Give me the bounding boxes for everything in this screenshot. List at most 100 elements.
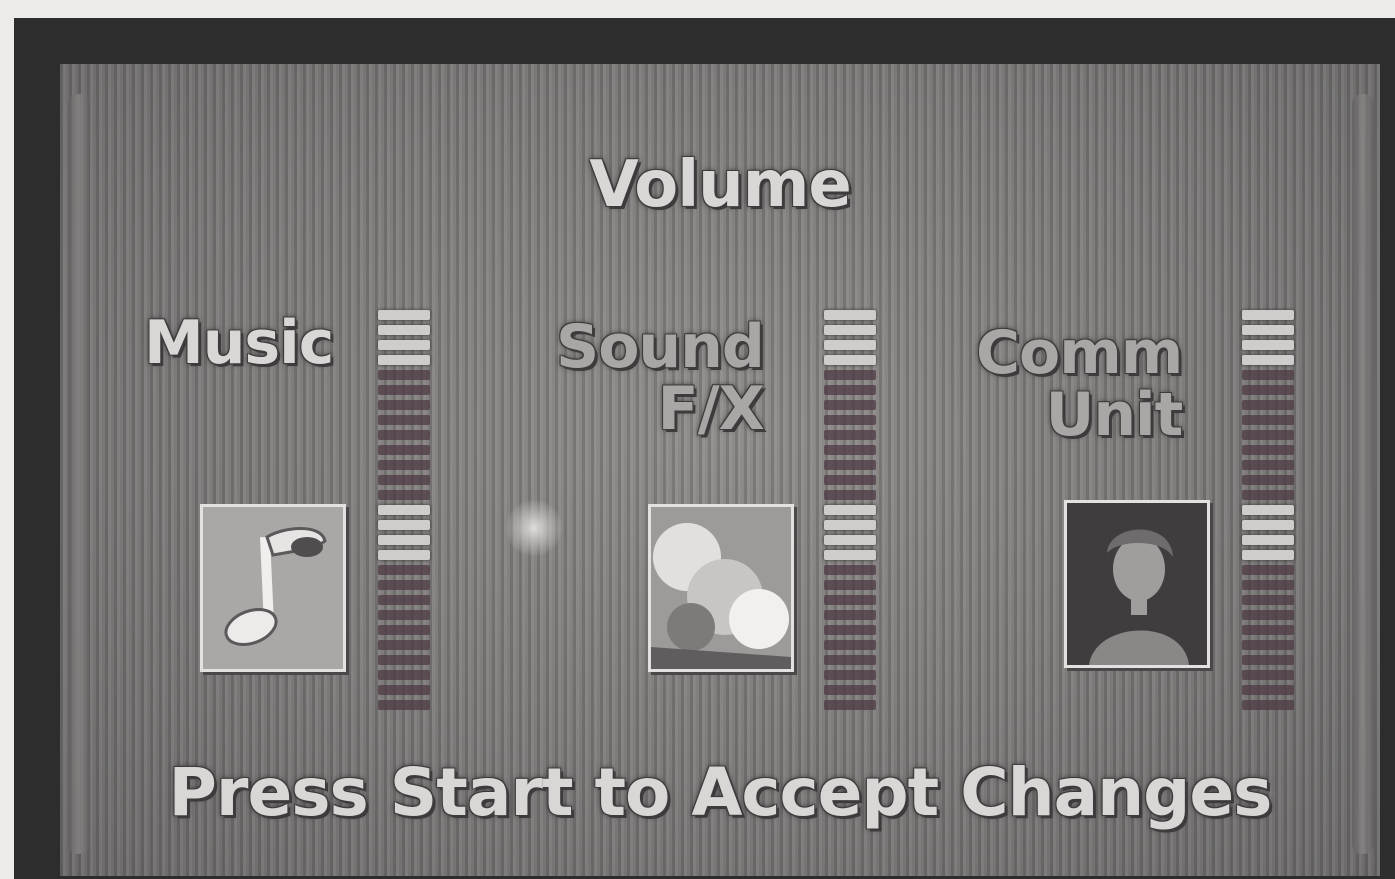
volume-meter-segment [824,595,876,605]
volume-meter-segment [378,475,430,485]
music-label[interactable]: Music [144,308,334,378]
volume-meter-segment [824,565,876,575]
volume-meter-segment [824,520,876,530]
comm-unit-label[interactable]: Comm Unit [976,318,1184,450]
comm-unit-label-line1: Comm [976,318,1183,388]
volume-meter-segment [378,685,430,695]
screen-title: Volume [589,148,852,222]
volume-meter-segment [378,700,430,710]
volume-meter-segment [824,655,876,665]
volume-meter-segment [824,325,876,335]
volume-meter-segment [1242,580,1294,590]
volume-meter-segment [1242,430,1294,440]
volume-meter-segment [824,505,876,515]
music-volume-meter[interactable] [378,310,430,715]
volume-meter-segment [1242,610,1294,620]
volume-meter-segment [824,460,876,470]
volume-meter-segment [378,355,430,365]
volume-meter-segment [378,400,430,410]
volume-meter-segment [824,415,876,425]
volume-meter-segment [824,550,876,560]
volume-meter-segment [378,415,430,425]
volume-meter-segment [824,535,876,545]
tv-bezel: Volume Music Sound F/X Comm Unit Press S… [14,18,1395,879]
volume-meter-segment [378,340,430,350]
explosion-icon [648,504,794,672]
volume-meter-segment [1242,640,1294,650]
volume-meter-segment [378,310,430,320]
volume-meter-segment [378,535,430,545]
volume-meter-segment [824,430,876,440]
sound-fx-volume-meter[interactable] [824,310,876,715]
volume-meter-segment [824,490,876,500]
volume-meter-segment [1242,490,1294,500]
volume-meter-segment [1242,565,1294,575]
volume-meter-segment [1242,445,1294,455]
volume-meter-segment [824,475,876,485]
volume-meter-segment [1242,400,1294,410]
sound-fx-label-line2: F/X [657,374,765,444]
volume-meter-segment [378,505,430,515]
volume-screen: Volume Music Sound F/X Comm Unit Press S… [60,64,1380,876]
music-note-icon [200,504,346,672]
footer-instruction: Press Start to Accept Changes [168,754,1273,831]
sound-fx-label[interactable]: Sound F/X [556,312,765,444]
comm-officer-portrait-icon [1064,500,1210,668]
volume-meter-segment [378,565,430,575]
volume-meter-segment [824,340,876,350]
volume-meter-segment [378,640,430,650]
volume-meter-segment [378,490,430,500]
sound-fx-label-line1: Sound [556,312,765,382]
volume-meter-segment [378,445,430,455]
volume-meter-segment [1242,325,1294,335]
volume-meter-segment [378,655,430,665]
volume-meter-segment [824,400,876,410]
volume-meter-segment [1242,625,1294,635]
music-label-line1: Music [144,308,334,378]
volume-meter-segment [1242,595,1294,605]
volume-meter-segment [1242,655,1294,665]
volume-meter-segment [378,325,430,335]
volume-meter-segment [1242,340,1294,350]
volume-meter-segment [378,430,430,440]
volume-meter-segment [1242,535,1294,545]
volume-meter-segment [1242,355,1294,365]
volume-meter-segment [1242,550,1294,560]
volume-meter-segment [1242,505,1294,515]
volume-meter-segment [1242,385,1294,395]
volume-meter-segment [824,445,876,455]
comm-unit-label-line2: Unit [1045,380,1184,450]
volume-meter-segment [378,610,430,620]
volume-meter-segment [378,595,430,605]
volume-meter-segment [1242,460,1294,470]
volume-meter-segment [1242,670,1294,680]
volume-meter-segment [824,610,876,620]
volume-meter-segment [824,310,876,320]
volume-meter-segment [824,640,876,650]
volume-meter-segment [824,355,876,365]
volume-meter-segment [824,385,876,395]
volume-meter-segment [824,370,876,380]
volume-meter-segment [378,580,430,590]
volume-meter-segment [1242,310,1294,320]
volume-meter-segment [824,700,876,710]
volume-meter-segment [1242,685,1294,695]
volume-meter-segment [378,550,430,560]
volume-meter-segment [1242,370,1294,380]
comm-unit-volume-meter[interactable] [1242,310,1294,715]
volume-meter-segment [1242,520,1294,530]
volume-meter-segment [1242,700,1294,710]
volume-meter-segment [378,520,430,530]
volume-meter-segment [378,385,430,395]
volume-meter-segment [824,580,876,590]
volume-meter-segment [1242,475,1294,485]
selection-cursor [506,500,562,556]
volume-meter-segment [378,370,430,380]
volume-meter-segment [378,460,430,470]
volume-meter-segment [824,670,876,680]
volume-meter-segment [1242,415,1294,425]
volume-meter-segment [824,625,876,635]
volume-meter-segment [378,670,430,680]
volume-meter-segment [824,685,876,695]
volume-meter-segment [378,625,430,635]
